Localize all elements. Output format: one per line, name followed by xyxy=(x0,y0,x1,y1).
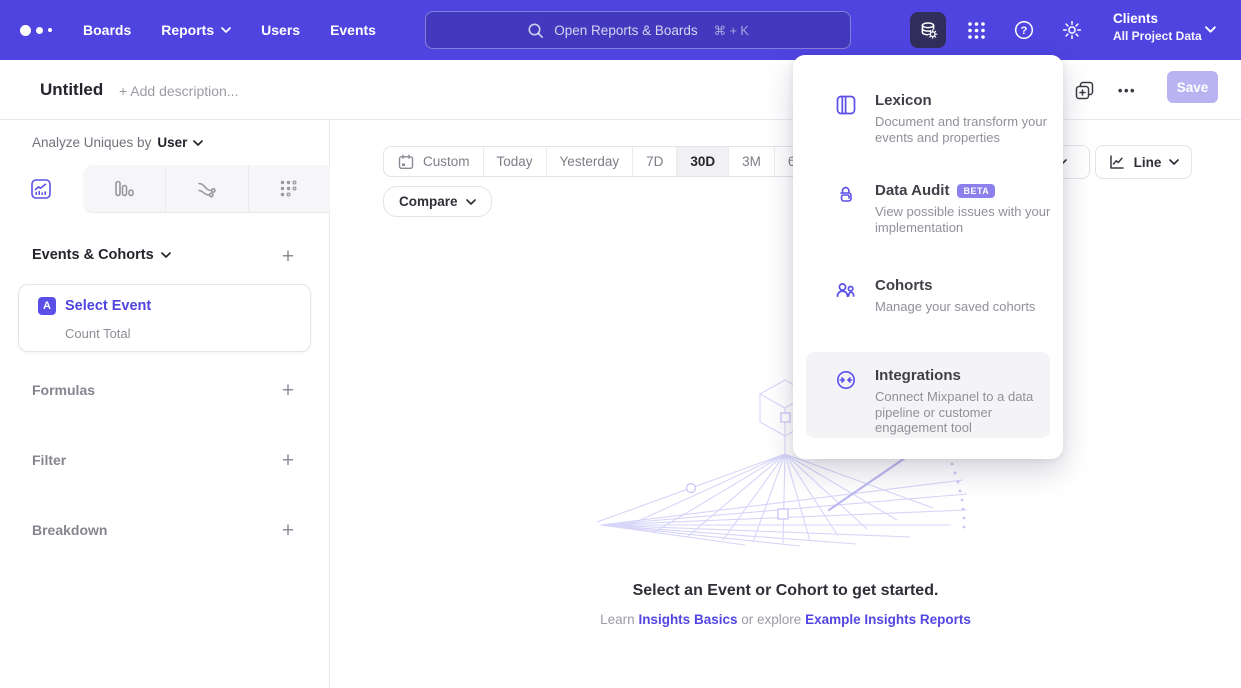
search-icon xyxy=(527,22,544,39)
menu-item-lexicon[interactable]: Lexicon Document and transform your even… xyxy=(793,91,1063,161)
integrations-sync-icon xyxy=(835,369,857,391)
add-event-button[interactable]: + xyxy=(276,244,300,268)
tab-flow[interactable] xyxy=(165,165,248,213)
menu-item-integrations[interactable]: Integrations Connect Mixpanel to a data … xyxy=(793,366,1063,446)
date-range-control: Custom Today Yesterday 7D 30D 3M 6M xyxy=(383,146,821,177)
line-chart-tab-icon xyxy=(30,178,52,200)
svg-text:?: ? xyxy=(1021,25,1028,37)
add-filter-button[interactable]: + xyxy=(276,448,300,472)
ellipsis-icon: ••• xyxy=(1118,83,1136,98)
event-card[interactable]: A Select Event Count Total xyxy=(18,284,311,352)
beta-badge: BETA xyxy=(957,184,995,198)
menu-item-data-audit[interactable]: Data Audit BETA View possible issues wit… xyxy=(793,181,1063,251)
chart-style-dropdown[interactable]: Line xyxy=(1095,145,1192,179)
chevron-down-icon xyxy=(193,140,203,146)
add-formula-button[interactable]: + xyxy=(276,378,300,402)
compare-dropdown[interactable]: Compare xyxy=(383,186,492,217)
nav-item-events[interactable]: Events xyxy=(330,22,376,38)
apps-grid-button[interactable] xyxy=(958,12,994,48)
project-switcher[interactable]: Clients All Project Data xyxy=(1113,10,1202,44)
cohorts-people-icon xyxy=(835,279,857,301)
select-event-label[interactable]: Select Event xyxy=(65,298,151,314)
chevron-down-icon xyxy=(161,252,171,258)
analyze-unit-dropdown[interactable]: User xyxy=(157,135,203,150)
bar-chart-tab-icon xyxy=(113,178,135,200)
data-audit-icon xyxy=(835,184,857,206)
settings-button[interactable] xyxy=(1054,12,1090,48)
range-today[interactable]: Today xyxy=(483,147,546,176)
tab-grid[interactable] xyxy=(248,165,331,213)
top-navbar: Boards Reports Users Events Open Reports… xyxy=(0,0,1241,60)
calendar-icon xyxy=(397,153,415,171)
range-30d[interactable]: 30D xyxy=(676,147,728,176)
search-shortcut: ⌘ + K xyxy=(714,23,749,38)
help-icon: ? xyxy=(1013,19,1035,41)
duplicate-button[interactable] xyxy=(1071,77,1097,103)
explore-connector: or explore xyxy=(741,612,801,627)
search-placeholder: Open Reports & Boards xyxy=(554,23,697,38)
range-custom[interactable]: Custom xyxy=(384,147,483,176)
gear-icon xyxy=(1061,19,1083,41)
add-description-field[interactable]: + Add description... xyxy=(119,83,238,99)
event-metric-label[interactable]: Count Total xyxy=(65,326,131,341)
lexicon-book-icon xyxy=(835,94,857,116)
search-input[interactable]: Open Reports & Boards ⌘ + K xyxy=(425,11,851,49)
visualization-tabs xyxy=(0,165,330,213)
report-canvas: Custom Today Yesterday 7D 30D 3M 6M Comp… xyxy=(330,120,1241,688)
empty-state-links: Learn Insights Basics or explore Example… xyxy=(330,612,1241,627)
event-series-badge: A xyxy=(38,297,56,315)
grid-dots-icon xyxy=(966,20,987,41)
filter-section-label: Filter xyxy=(32,452,66,468)
more-options-button[interactable]: ••• xyxy=(1110,78,1144,102)
data-management-dropdown-panel: Lexicon Document and transform your even… xyxy=(793,55,1063,459)
tab-insights-line[interactable] xyxy=(0,165,83,213)
help-button[interactable]: ? xyxy=(1006,12,1042,48)
save-button[interactable]: Save xyxy=(1167,71,1218,103)
example-reports-link[interactable]: Example Insights Reports xyxy=(805,612,971,627)
menu-item-cohorts[interactable]: Cohorts Manage your saved cohorts xyxy=(793,276,1063,326)
nav-item-reports[interactable]: Reports xyxy=(161,22,231,38)
events-cohorts-header[interactable]: Events & Cohorts xyxy=(32,247,171,263)
query-builder-sidebar: Analyze Uniques by User xyxy=(0,120,330,688)
analyze-label: Analyze Uniques by xyxy=(32,135,151,150)
range-7d[interactable]: 7D xyxy=(632,147,676,176)
mixpanel-logo-icon[interactable] xyxy=(20,0,52,60)
learn-prefix: Learn xyxy=(600,612,635,627)
database-gear-icon xyxy=(918,20,939,41)
grid-tab-icon xyxy=(278,178,300,200)
tab-bar-chart[interactable] xyxy=(83,165,166,213)
chevron-down-icon xyxy=(466,199,476,205)
data-management-button[interactable] xyxy=(910,12,946,48)
chevron-down-icon xyxy=(1169,159,1179,165)
add-breakdown-button[interactable]: + xyxy=(276,518,300,542)
breakdown-section-label: Breakdown xyxy=(32,522,107,538)
range-3m[interactable]: 3M xyxy=(728,147,774,176)
report-title[interactable]: Untitled xyxy=(40,80,103,100)
duplicate-icon xyxy=(1074,80,1095,101)
formulas-section-label: Formulas xyxy=(32,382,95,398)
insights-basics-link[interactable]: Insights Basics xyxy=(638,612,737,627)
line-style-icon xyxy=(1108,153,1126,171)
primary-nav: Boards Reports Users Events xyxy=(83,0,376,60)
empty-state-title: Select an Event or Cohort to get started… xyxy=(330,582,1241,600)
project-scope: All Project Data xyxy=(1113,28,1202,44)
flow-tab-icon xyxy=(196,178,218,200)
nav-item-users[interactable]: Users xyxy=(261,22,300,38)
project-name: Clients xyxy=(1113,10,1202,28)
nav-item-boards[interactable]: Boards xyxy=(83,22,131,38)
analyze-row: Analyze Uniques by User xyxy=(32,135,203,150)
chevron-down-icon xyxy=(221,27,231,33)
range-yesterday[interactable]: Yesterday xyxy=(546,147,633,176)
chevron-down-icon xyxy=(1205,26,1216,33)
